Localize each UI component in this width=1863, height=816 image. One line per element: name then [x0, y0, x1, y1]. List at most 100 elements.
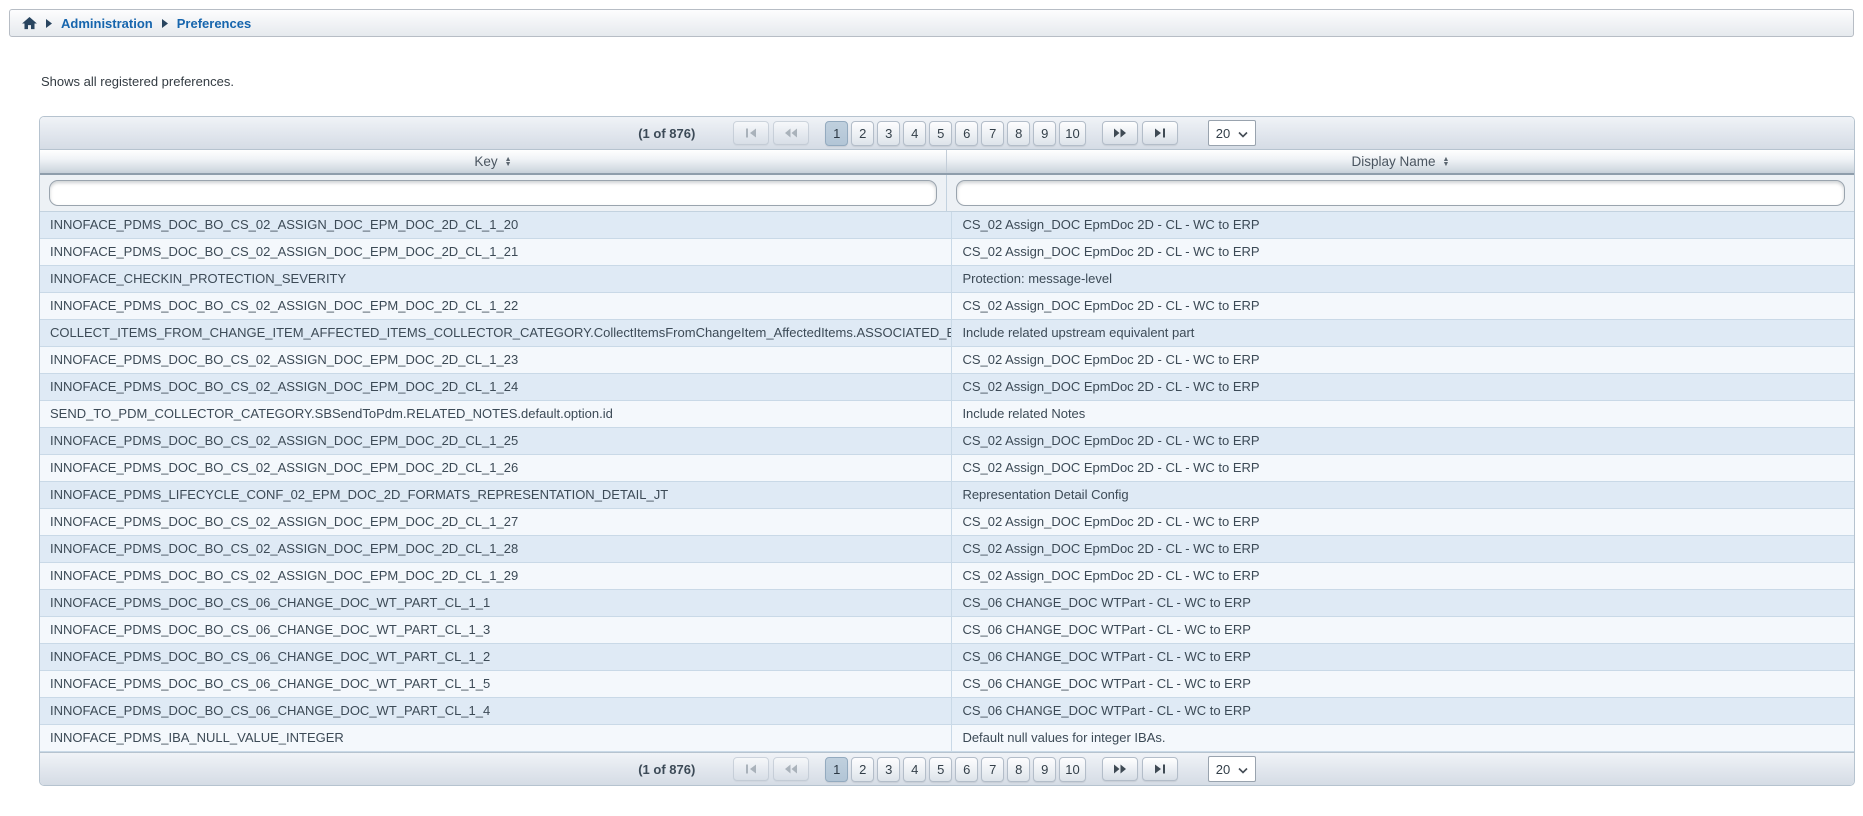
table-row[interactable]: COLLECT_ITEMS_FROM_CHANGE_ITEM_AFFECTED_… [40, 320, 1854, 347]
rows-per-page-value: 20 [1216, 762, 1230, 777]
display-name-filter-input[interactable] [956, 180, 1845, 206]
cell-key: INNOFACE_PDMS_IBA_NULL_VALUE_INTEGER [40, 725, 952, 751]
page-button-2[interactable]: 2 [851, 757, 874, 782]
cell-display-name: CS_06 CHANGE_DOC WTPart - CL - WC to ERP [952, 644, 1854, 670]
cell-display-name: Default null values for integer IBAs. [952, 725, 1854, 751]
cell-display-name: CS_06 CHANGE_DOC WTPart - CL - WC to ERP [952, 590, 1854, 616]
table-row[interactable]: INNOFACE_PDMS_DOC_BO_CS_02_ASSIGN_DOC_EP… [40, 347, 1854, 374]
last-page-button[interactable] [1142, 121, 1178, 145]
column-header-key-label: Key [474, 154, 497, 169]
first-page-icon [745, 128, 757, 138]
cell-display-name: CS_06 CHANGE_DOC WTPart - CL - WC to ERP [952, 698, 1854, 724]
prev-page-button[interactable] [773, 121, 809, 145]
dropdown-chevron-icon [1238, 126, 1248, 141]
column-header-key[interactable]: Key ▲▼ [40, 150, 947, 173]
page-buttons: 12345678910 [825, 121, 1085, 146]
page-button-10[interactable]: 10 [1059, 757, 1085, 782]
page-button-1[interactable]: 1 [825, 121, 848, 146]
page-button-4[interactable]: 4 [903, 121, 926, 146]
cell-key: INNOFACE_PDMS_DOC_BO_CS_06_CHANGE_DOC_WT… [40, 590, 952, 616]
rows-per-page-value: 20 [1216, 126, 1230, 141]
page-button-6[interactable]: 6 [955, 121, 978, 146]
first-page-button[interactable] [733, 121, 769, 145]
key-filter-input[interactable] [49, 180, 937, 206]
table-row[interactable]: INNOFACE_PDMS_IBA_NULL_VALUE_INTEGERDefa… [40, 725, 1854, 752]
last-page-icon [1154, 128, 1166, 138]
table-row[interactable]: INNOFACE_PDMS_DOC_BO_CS_02_ASSIGN_DOC_EP… [40, 563, 1854, 590]
cell-display-name: Protection: message-level [952, 266, 1854, 292]
cell-display-name: CS_02 Assign_DOC EpmDoc 2D - CL - WC to … [952, 239, 1854, 265]
preferences-table: (1 of 876) 12345678910 20 Key ▲▼ Display… [39, 116, 1855, 786]
table-row[interactable]: INNOFACE_PDMS_DOC_BO_CS_02_ASSIGN_DOC_EP… [40, 374, 1854, 401]
cell-display-name: CS_02 Assign_DOC EpmDoc 2D - CL - WC to … [952, 374, 1854, 400]
table-row[interactable]: INNOFACE_PDMS_DOC_BO_CS_06_CHANGE_DOC_WT… [40, 590, 1854, 617]
page-button-1[interactable]: 1 [825, 757, 848, 782]
table-row[interactable]: INNOFACE_PDMS_DOC_BO_CS_02_ASSIGN_DOC_EP… [40, 212, 1854, 239]
page-button-4[interactable]: 4 [903, 757, 926, 782]
cell-key: INNOFACE_PDMS_DOC_BO_CS_02_ASSIGN_DOC_EP… [40, 509, 952, 535]
page-button-8[interactable]: 8 [1007, 757, 1030, 782]
dropdown-chevron-icon [1238, 762, 1248, 777]
page-button-7[interactable]: 7 [981, 121, 1004, 146]
rows-per-page-select[interactable]: 20 [1208, 120, 1256, 146]
paginator-current-text: (1 of 876) [638, 762, 695, 777]
table-row[interactable]: INNOFACE_PDMS_DOC_BO_CS_06_CHANGE_DOC_WT… [40, 644, 1854, 671]
table-row[interactable]: SEND_TO_PDM_COLLECTOR_CATEGORY.SBSendToP… [40, 401, 1854, 428]
first-page-icon [745, 764, 757, 774]
key-filter-cell [40, 175, 947, 211]
table-row[interactable]: INNOFACE_PDMS_DOC_BO_CS_02_ASSIGN_DOC_EP… [40, 293, 1854, 320]
breadcrumb-separator-icon [162, 19, 168, 28]
table-filter-row [40, 175, 1854, 212]
table-row[interactable]: INNOFACE_PDMS_DOC_BO_CS_02_ASSIGN_DOC_EP… [40, 239, 1854, 266]
cell-display-name: Include related upstream equivalent part [952, 320, 1854, 346]
page-button-8[interactable]: 8 [1007, 121, 1030, 146]
page-button-2[interactable]: 2 [851, 121, 874, 146]
cell-display-name: CS_02 Assign_DOC EpmDoc 2D - CL - WC to … [952, 563, 1854, 589]
first-page-button[interactable] [733, 757, 769, 781]
page-button-9[interactable]: 9 [1033, 121, 1056, 146]
cell-key: INNOFACE_PDMS_DOC_BO_CS_06_CHANGE_DOC_WT… [40, 698, 952, 724]
cell-display-name: CS_02 Assign_DOC EpmDoc 2D - CL - WC to … [952, 509, 1854, 535]
table-header-row: Key ▲▼ Display Name ▲▼ [40, 150, 1854, 175]
cell-key: INNOFACE_PDMS_DOC_BO_CS_02_ASSIGN_DOC_EP… [40, 428, 952, 454]
table-row[interactable]: INNOFACE_PDMS_DOC_BO_CS_02_ASSIGN_DOC_EP… [40, 428, 1854, 455]
breadcrumb-separator-icon [46, 19, 52, 28]
table-row[interactable]: INNOFACE_CHECKIN_PROTECTION_SEVERITYProt… [40, 266, 1854, 293]
table-row[interactable]: INNOFACE_PDMS_LIFECYCLE_CONF_02_EPM_DOC_… [40, 482, 1854, 509]
rows-per-page-select[interactable]: 20 [1208, 756, 1256, 782]
cell-key: INNOFACE_PDMS_DOC_BO_CS_02_ASSIGN_DOC_EP… [40, 455, 952, 481]
table-row[interactable]: INNOFACE_PDMS_DOC_BO_CS_06_CHANGE_DOC_WT… [40, 671, 1854, 698]
sort-icon: ▲▼ [505, 157, 512, 167]
table-row[interactable]: INNOFACE_PDMS_DOC_BO_CS_06_CHANGE_DOC_WT… [40, 698, 1854, 725]
breadcrumb: Administration Preferences [9, 9, 1854, 37]
last-page-icon [1154, 764, 1166, 774]
page-button-6[interactable]: 6 [955, 757, 978, 782]
last-page-button[interactable] [1142, 757, 1178, 781]
cell-key: INNOFACE_PDMS_DOC_BO_CS_06_CHANGE_DOC_WT… [40, 617, 952, 643]
page-button-5[interactable]: 5 [929, 121, 952, 146]
column-header-display-name[interactable]: Display Name ▲▼ [947, 150, 1854, 173]
sort-icon: ▲▼ [1443, 157, 1450, 167]
cell-key: INNOFACE_PDMS_DOC_BO_CS_02_ASSIGN_DOC_EP… [40, 374, 952, 400]
breadcrumb-item-preferences[interactable]: Preferences [177, 16, 251, 31]
next-page-button[interactable] [1102, 121, 1138, 145]
cell-key: INNOFACE_PDMS_DOC_BO_CS_02_ASSIGN_DOC_EP… [40, 536, 952, 562]
table-row[interactable]: INNOFACE_PDMS_DOC_BO_CS_02_ASSIGN_DOC_EP… [40, 455, 1854, 482]
page-button-5[interactable]: 5 [929, 757, 952, 782]
page-button-9[interactable]: 9 [1033, 757, 1056, 782]
prev-page-button[interactable] [773, 757, 809, 781]
table-row[interactable]: INNOFACE_PDMS_DOC_BO_CS_02_ASSIGN_DOC_EP… [40, 509, 1854, 536]
cell-key: INNOFACE_PDMS_DOC_BO_CS_02_ASSIGN_DOC_EP… [40, 293, 952, 319]
page-button-3[interactable]: 3 [877, 757, 900, 782]
next-page-button[interactable] [1102, 757, 1138, 781]
page-button-3[interactable]: 3 [877, 121, 900, 146]
cell-key: INNOFACE_PDMS_LIFECYCLE_CONF_02_EPM_DOC_… [40, 482, 952, 508]
cell-display-name: Include related Notes [952, 401, 1854, 427]
home-icon[interactable] [22, 17, 37, 30]
page-button-7[interactable]: 7 [981, 757, 1004, 782]
table-row[interactable]: INNOFACE_PDMS_DOC_BO_CS_06_CHANGE_DOC_WT… [40, 617, 1854, 644]
table-row[interactable]: INNOFACE_PDMS_DOC_BO_CS_02_ASSIGN_DOC_EP… [40, 536, 1854, 563]
page-button-10[interactable]: 10 [1059, 121, 1085, 146]
breadcrumb-item-administration[interactable]: Administration [61, 16, 153, 31]
page-buttons: 12345678910 [825, 757, 1085, 782]
